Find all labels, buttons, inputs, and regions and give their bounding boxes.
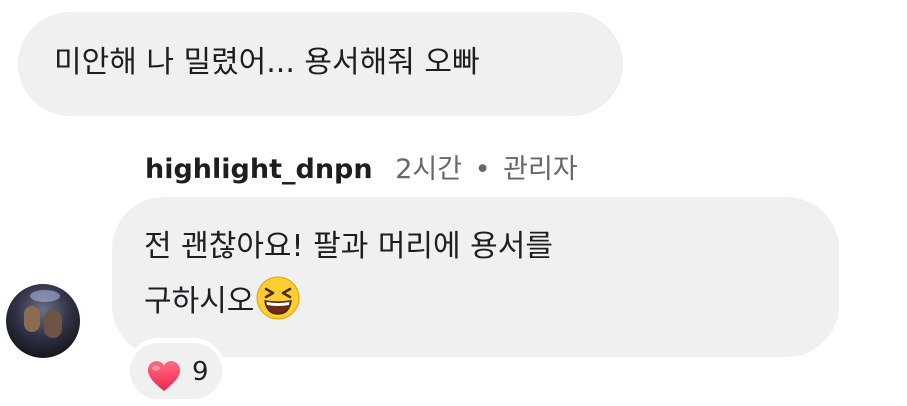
avatar[interactable] (6, 284, 80, 358)
reply-text-line-2: 구하시오 (144, 274, 807, 329)
reply-username[interactable]: highlight_dnpn (145, 154, 373, 185)
grinning-squinting-face-emoji-icon (256, 276, 300, 320)
reaction-count: 9 (192, 357, 209, 387)
reply-bubble[interactable]: 전 괜찮아요! 팔과 머리에 용서를 구하시오 (112, 197, 839, 357)
reply-header: highlight_dnpn 2시간 • 관리자 (145, 150, 578, 190)
reply-text-line-2-text: 구하시오 (144, 284, 255, 319)
reply-time: 2시간 (395, 154, 463, 185)
reply-role-badge: 관리자 (503, 154, 578, 185)
comment-bubble[interactable]: 미안해 나 밀렸어... 용서해줘 오빠 (18, 12, 623, 116)
heart-icon (148, 361, 180, 391)
comment-text: 미안해 나 밀렸어... 용서해줘 오빠 (54, 45, 480, 80)
reply-text-line-1: 전 괜찮아요! 팔과 머리에 용서를 (144, 229, 553, 264)
reaction-pill[interactable]: 9 (126, 338, 226, 404)
meta-separator: • (474, 154, 491, 185)
